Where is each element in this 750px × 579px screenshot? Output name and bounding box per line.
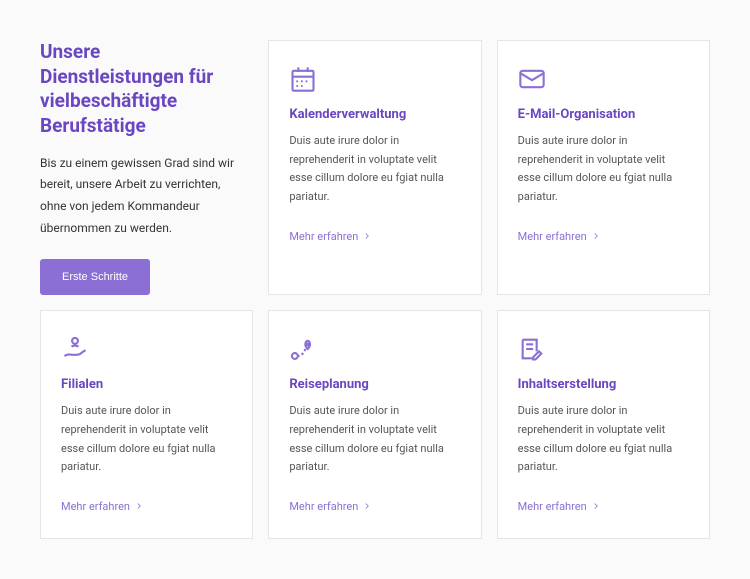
document-edit-icon	[518, 335, 546, 363]
services-grid: Unsere Dienstleistungen für vielbeschäft…	[40, 40, 710, 539]
chevron-right-icon	[134, 501, 144, 511]
chevron-right-icon	[362, 231, 372, 241]
card-title: Filialen	[61, 377, 232, 392]
envelope-icon	[518, 65, 546, 93]
calendar-icon	[289, 65, 317, 93]
learn-more-link[interactable]: Mehr erfahren	[289, 500, 372, 513]
card-travel: Reiseplanung Duis aute irure dolor in re…	[268, 310, 481, 539]
link-label: Mehr erfahren	[289, 500, 358, 513]
hand-person-icon	[61, 335, 89, 363]
link-label: Mehr erfahren	[518, 230, 587, 243]
card-title: Kalenderverwaltung	[289, 107, 460, 122]
card-description: Duis aute irure dolor in reprehenderit i…	[518, 132, 689, 207]
intro-description: Bis zu einem gewissen Grad sind wir bere…	[40, 153, 243, 239]
card-description: Duis aute irure dolor in reprehenderit i…	[61, 402, 232, 477]
card-content: Inhaltserstellung Duis aute irure dolor …	[497, 310, 710, 539]
chevron-right-icon	[362, 501, 372, 511]
learn-more-link[interactable]: Mehr erfahren	[289, 230, 372, 243]
learn-more-link[interactable]: Mehr erfahren	[518, 230, 601, 243]
get-started-button[interactable]: Erste Schritte	[40, 259, 150, 295]
link-label: Mehr erfahren	[518, 500, 587, 513]
chevron-right-icon	[591, 501, 601, 511]
card-calendar: Kalenderverwaltung Duis aute irure dolor…	[268, 40, 481, 295]
link-label: Mehr erfahren	[61, 500, 130, 513]
card-description: Duis aute irure dolor in reprehenderit i…	[289, 132, 460, 207]
card-title: Inhaltserstellung	[518, 377, 689, 392]
learn-more-link[interactable]: Mehr erfahren	[518, 500, 601, 513]
chevron-right-icon	[591, 231, 601, 241]
card-description: Duis aute irure dolor in reprehenderit i…	[518, 402, 689, 477]
card-title: E-Mail-Organisation	[518, 107, 689, 122]
card-email: E-Mail-Organisation Duis aute irure dolo…	[497, 40, 710, 295]
card-description: Duis aute irure dolor in reprehenderit i…	[289, 402, 460, 477]
intro-title: Unsere Dienstleistungen für vielbeschäft…	[40, 40, 243, 139]
link-label: Mehr erfahren	[289, 230, 358, 243]
route-icon	[289, 335, 317, 363]
card-branches: Filialen Duis aute irure dolor in repreh…	[40, 310, 253, 539]
card-title: Reiseplanung	[289, 377, 460, 392]
learn-more-link[interactable]: Mehr erfahren	[61, 500, 144, 513]
intro-section: Unsere Dienstleistungen für vielbeschäft…	[40, 40, 253, 295]
